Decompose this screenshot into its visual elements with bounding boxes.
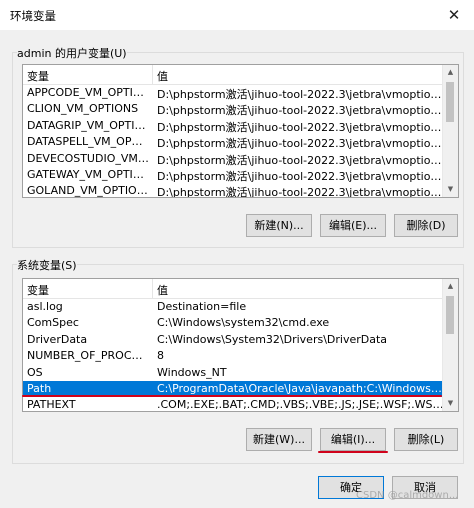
column-header-variable[interactable]: 变量 (27, 68, 49, 84)
scroll-down-icon[interactable]: ▼ (443, 182, 458, 197)
variable-value: C:\Windows\System32\Drivers\DriverData (157, 332, 388, 346)
variable-value: C:\ProgramData\Oracle\Java\javapath;C:\W… (157, 381, 445, 395)
variable-value: D:\phpstorm激活\jihuo-tool-2022.3\jetbra\v… (157, 120, 445, 134)
table-row[interactable]: asl.log Destination=file (23, 299, 458, 315)
table-row[interactable]: CLION_VM_OPTIONS D:\phpstorm激活\jihuo-tool… (23, 101, 458, 117)
variable-name: GOLAND_VM_OPTIONS (27, 184, 149, 198)
column-header-variable[interactable]: 变量 (27, 282, 49, 298)
variable-value: Windows_NT (157, 365, 227, 379)
scrollbar-thumb[interactable] (446, 296, 454, 334)
variable-name: Path (27, 381, 52, 395)
table-row[interactable]: DATASPELL_VM_OPTIONS D:\phpstorm激活\jihuo-… (23, 134, 458, 150)
variable-name: OS (27, 365, 43, 379)
variable-name: GATEWAY_VM_OPTIONS (27, 167, 149, 181)
watermark: CSDN @calmdown... (356, 490, 459, 501)
variable-value: 8 (157, 349, 164, 363)
variable-value: C:\Windows\system32\cmd.exe (157, 316, 330, 330)
variable-value: D:\phpstorm激活\jihuo-tool-2022.3\jetbra\v… (157, 88, 445, 101)
user-rows: APPCODE_VM_OPTIONS D:\phpstorm激活\jihuo-to… (23, 85, 458, 198)
scroll-up-icon[interactable]: ▲ (443, 279, 458, 294)
variable-name: DATAGRIP_VM_OPTIONS (27, 118, 149, 132)
column-header-value[interactable]: 值 (157, 68, 168, 84)
variable-name: ComSpec (27, 316, 79, 330)
variable-value: D:\phpstorm激活\jihuo-tool-2022.3\jetbra\v… (157, 186, 445, 198)
variable-value: D:\phpstorm激活\jihuo-tool-2022.3\jetbra\v… (157, 104, 445, 118)
path-underline-annotation (22, 395, 442, 397)
table-row[interactable]: APPCODE_VM_OPTIONS D:\phpstorm激活\jihuo-to… (23, 85, 458, 101)
table-row[interactable]: DATAGRIP_VM_OPTIONS D:\phpstorm激活\jihuo-t… (23, 118, 458, 134)
user-new-button[interactable]: 新建(N)... (246, 214, 312, 237)
variable-value: Destination=file (157, 300, 247, 313)
variable-name: APPCODE_VM_OPTIONS (27, 86, 149, 99)
user-variables-label: admin 的用户变量(U) (17, 45, 127, 61)
variable-value: D:\phpstorm激活\jihuo-tool-2022.3\jetbra\v… (157, 153, 445, 167)
variable-value: D:\phpstorm激活\jihuo-tool-2022.3\jetbra\v… (157, 169, 445, 183)
variable-name: NUMBER_OF_PROCESSORS (27, 349, 149, 363)
edit-underline-annotation (318, 451, 388, 453)
system-edit-button[interactable]: 编辑(I)... (320, 428, 386, 451)
variable-name: DriverData (27, 332, 88, 346)
system-new-button[interactable]: 新建(W)... (246, 428, 312, 451)
scroll-down-icon[interactable]: ▼ (443, 396, 458, 411)
column-divider[interactable] (152, 65, 153, 84)
table-row[interactable]: GOLAND_VM_OPTIONS D:\phpstorm激活\jihuo-too… (23, 183, 458, 198)
table-row[interactable]: PATHEXT .COM;.EXE;.BAT;.CMD;.VBS;.VBE;.JS… (23, 397, 458, 412)
variable-value: D:\phpstorm激活\jihuo-tool-2022.3\jetbra\v… (157, 137, 445, 151)
table-row[interactable]: OS Windows_NT (23, 365, 458, 381)
variable-name: asl.log (27, 300, 63, 313)
variable-value: .COM;.EXE;.BAT;.CMD;.VBS;.VBE;.JS;.JSE;.… (157, 398, 445, 412)
table-row[interactable]: DriverData C:\Windows\System32\Drivers\Dr… (23, 332, 458, 348)
table-row[interactable]: GATEWAY_VM_OPTIONS D:\phpstorm激活\jihuo-to… (23, 167, 458, 183)
user-delete-button[interactable]: 删除(D) (394, 214, 458, 237)
variable-name: DATASPELL_VM_OPTIONS (27, 135, 149, 149)
scrollbar-thumb[interactable] (446, 82, 454, 122)
system-variables-list[interactable]: 变量 值 asl.log Destination=file ComSpec C:\Wi… (22, 278, 459, 412)
variable-name: CLION_VM_OPTIONS (27, 102, 139, 116)
system-delete-button[interactable]: 删除(L) (394, 428, 458, 451)
user-list-header: 变量 值 (23, 65, 458, 85)
variable-name: PATHEXT (27, 398, 76, 412)
window-title: 环境变量 (10, 9, 56, 23)
user-list-scrollbar[interactable]: ▲ ▼ (442, 65, 458, 197)
scroll-up-icon[interactable]: ▲ (443, 65, 458, 80)
system-variables-label: 系统变量(S) (17, 257, 77, 273)
title-bar: 环境变量 ✕ (0, 0, 474, 30)
column-header-value[interactable]: 值 (157, 282, 168, 298)
system-list-header: 变量 值 (23, 279, 458, 299)
user-edit-button[interactable]: 编辑(E)... (320, 214, 386, 237)
variable-name: DEVECOSTUDIO_VM_OPT... (27, 151, 149, 165)
table-row[interactable]: ComSpec C:\Windows\system32\cmd.exe (23, 315, 458, 331)
column-divider[interactable] (152, 279, 153, 298)
close-icon[interactable]: ✕ (434, 0, 474, 30)
system-list-scrollbar[interactable]: ▲ ▼ (442, 279, 458, 411)
table-row[interactable]: DEVECOSTUDIO_VM_OPT... D:\phpstorm激活\jihu… (23, 151, 458, 167)
user-variables-list[interactable]: 变量 值 APPCODE_VM_OPTIONS D:\phpstorm激活\jih… (22, 64, 459, 198)
table-row[interactable]: NUMBER_OF_PROCESSORS 8 (23, 348, 458, 364)
